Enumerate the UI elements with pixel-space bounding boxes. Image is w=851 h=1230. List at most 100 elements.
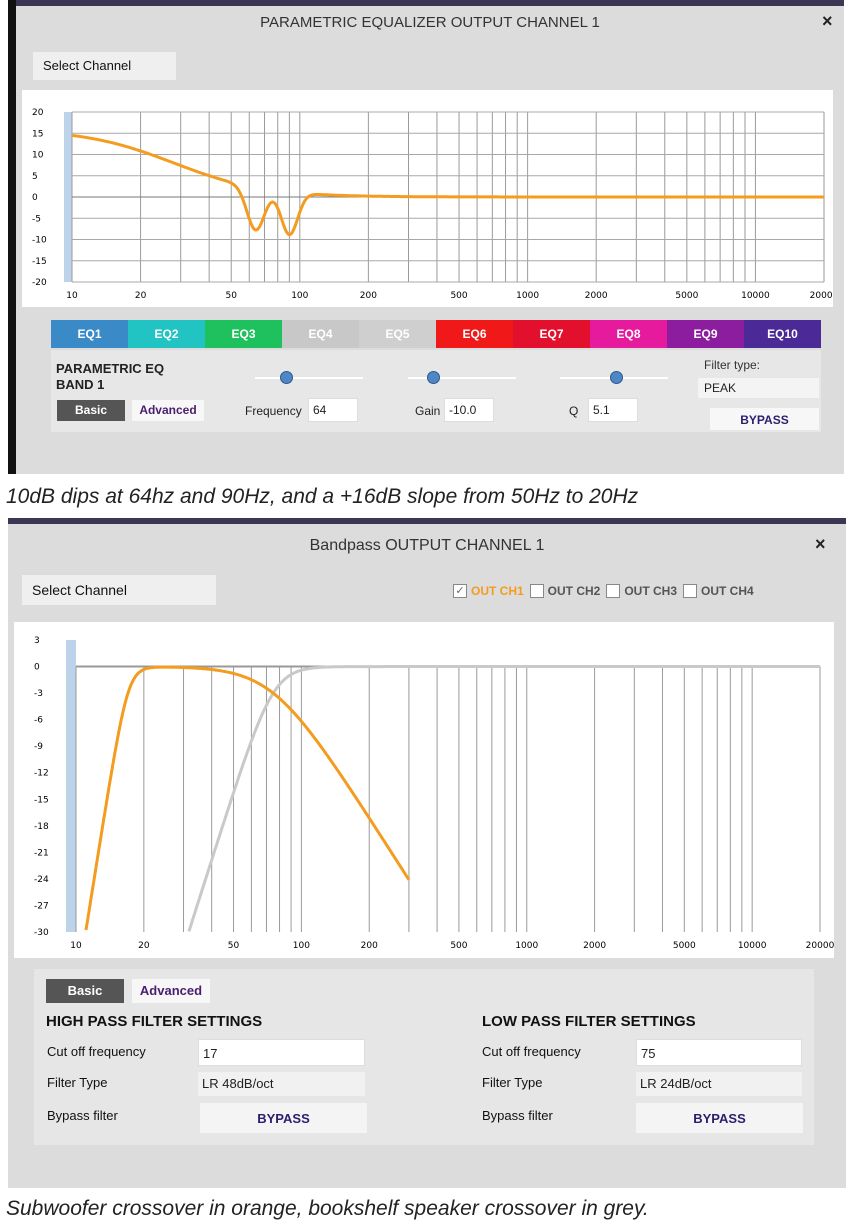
hp-filter-type-label: Filter Type	[47, 1075, 108, 1090]
peq-title: PARAMETRIC EQUALIZER OUTPUT CHANNEL 1	[260, 14, 600, 31]
checkbox-icon[interactable]	[529, 584, 544, 598]
frequency-slider-handle[interactable]	[280, 371, 293, 384]
x-tick-label: 2000	[583, 941, 606, 951]
y-tick-label: 0	[34, 663, 40, 673]
lp-cutoff-input[interactable]: 75	[636, 1039, 802, 1066]
x-tick-label: 20	[135, 291, 147, 301]
caption-eq: 10dB dips at 64hz and 90Hz, and a +16dB …	[6, 485, 639, 508]
y-tick-label: 0	[32, 193, 38, 203]
frequency-slider[interactable]	[255, 371, 363, 384]
x-tick-label: 1000	[515, 941, 538, 951]
checkbox-checked-icon[interactable]: ✓	[453, 584, 467, 598]
hp-bypass-button[interactable]: BYPASS	[200, 1103, 367, 1133]
advanced-tab[interactable]: Advanced	[132, 400, 204, 421]
checkbox-icon[interactable]	[606, 584, 621, 598]
eq-tab-5[interactable]: EQ5	[359, 320, 436, 348]
frequency-input[interactable]: 64	[308, 398, 358, 422]
filter-type-select[interactable]: PEAK	[698, 378, 819, 398]
channel-checkbox-3[interactable]: OUT CH3	[606, 582, 677, 600]
select-channel-button[interactable]: Select Channel	[33, 52, 176, 80]
eq-tab-4[interactable]: EQ4	[282, 320, 359, 348]
channel-checkbox-label: OUT CH4	[701, 584, 754, 598]
gain-input[interactable]: -10.0	[444, 398, 494, 422]
lp-cutoff-label: Cut off frequency	[482, 1044, 581, 1059]
select-channel-button[interactable]: Select Channel	[22, 575, 216, 605]
x-tick-label: 50	[228, 941, 240, 951]
bp-title: Bandpass OUTPUT CHANNEL 1	[309, 537, 545, 554]
channel-checkbox-1[interactable]: ✓ OUT CH1	[453, 582, 524, 600]
hp-filter-type-select[interactable]: LR 48dB/oct	[198, 1072, 365, 1096]
lp-filter-type-select[interactable]: LR 24dB/oct	[636, 1072, 802, 1096]
hp-bypass-label: Bypass filter	[47, 1108, 118, 1123]
frequency-label: Frequency	[245, 404, 302, 418]
gain-slider[interactable]	[408, 371, 516, 384]
level-scale-bar	[64, 112, 72, 282]
y-tick-label: -15	[34, 795, 49, 805]
bp-graph[interactable]: 3 0 -3 -6 -9 -12 -15 -18 -21 -24 -27 -30 10 20 50 100 20…	[14, 622, 834, 958]
basic-tab[interactable]: Basic	[57, 400, 125, 421]
level-scale-bar	[66, 640, 76, 932]
close-icon[interactable]: ×	[822, 11, 833, 32]
y-tick-label: -5	[32, 214, 41, 224]
checkbox-icon[interactable]	[683, 584, 698, 598]
lp-bypass-button[interactable]: BYPASS	[636, 1103, 803, 1133]
lp-bypass-label: Bypass filter	[482, 1108, 553, 1123]
filter-type-label: Filter type:	[704, 358, 761, 372]
y-tick-label: -3	[34, 689, 43, 699]
y-tick-label: 20	[32, 108, 44, 118]
q-slider-handle[interactable]	[610, 371, 623, 384]
y-tick-label: -20	[32, 278, 47, 288]
x-tick-label: 20000	[806, 941, 834, 951]
x-tick-label: 10000	[741, 291, 770, 301]
y-tick-label: -21	[34, 848, 49, 858]
y-tick-label: 5	[32, 172, 38, 182]
eq-tab-6[interactable]: EQ6	[436, 320, 513, 348]
eq-tab-3[interactable]: EQ3	[205, 320, 282, 348]
x-tick-label: 200	[361, 941, 378, 951]
caption-bandpass: Subwoofer crossover in orange, bookshelf…	[6, 1197, 649, 1220]
channel-checkbox-4[interactable]: OUT CH4	[683, 582, 754, 600]
channel-checkbox-label: OUT CH1	[471, 584, 524, 598]
peq-graph[interactable]: 20 15 10 5 0 -5 -10 -15 -20 10 20 50 100 200 500 1000 20…	[22, 90, 833, 307]
output-channel-checkboxes: ✓ OUT CH1 OUT CH2 OUT CH3 OUT CH4	[453, 582, 760, 600]
y-tick-label: 15	[32, 129, 43, 139]
channel-checkbox-2[interactable]: OUT CH2	[529, 582, 600, 600]
lp-filter-type-label: Filter Type	[482, 1075, 543, 1090]
advanced-tab[interactable]: Advanced	[132, 979, 210, 1003]
x-tick-label: 1000	[516, 291, 539, 301]
x-tick-label: 20	[138, 941, 150, 951]
band-title: PARAMETRIC EQ	[56, 361, 165, 376]
gain-label: Gain	[415, 404, 441, 418]
y-tick-label: -9	[34, 742, 43, 752]
y-tick-label: -27	[34, 901, 49, 911]
x-tick-label: 20000	[810, 291, 833, 301]
q-label: Q	[569, 404, 579, 418]
eq-tab-8[interactable]: EQ8	[590, 320, 667, 348]
peq-graph-svg: 20151050-5-10-15-2010 20 50 100 200 500 1000 20…	[32, 108, 833, 301]
eq-tab-9[interactable]: EQ9	[667, 320, 744, 348]
band-subtitle: BAND 1	[56, 377, 105, 392]
x-tick-label: 5000	[675, 291, 698, 301]
y-tick-label: -18	[34, 822, 49, 832]
eq-tab-1[interactable]: EQ1	[51, 320, 128, 348]
q-input[interactable]: 5.1	[588, 398, 638, 422]
eq-tab-2[interactable]: EQ2	[128, 320, 205, 348]
eq-response-curve	[71, 133, 824, 237]
x-tick-label: 200	[360, 291, 377, 301]
hp-header: HIGH PASS FILTER SETTINGS	[46, 1013, 263, 1030]
hp-cutoff-input[interactable]: 17	[198, 1039, 365, 1066]
eq-tab-7[interactable]: EQ7	[513, 320, 590, 348]
eq-tab-10[interactable]: EQ10	[744, 320, 821, 348]
q-slider[interactable]	[560, 371, 668, 384]
eq-band-tabs: EQ1 EQ2 EQ3 EQ4 EQ5 EQ6 EQ7 EQ8 EQ9 EQ10	[51, 320, 821, 348]
y-tick-label: -15	[32, 257, 47, 267]
close-icon[interactable]: ×	[815, 534, 826, 555]
bypass-button[interactable]: BYPASS	[710, 408, 819, 430]
x-tick-label: 5000	[673, 941, 696, 951]
y-tick-label: 10	[32, 151, 44, 161]
basic-tab[interactable]: Basic	[46, 979, 124, 1003]
x-tick-label: 500	[450, 291, 467, 301]
peq-header-cut	[16, 0, 844, 6]
gain-slider-handle[interactable]	[427, 371, 440, 384]
bp-header-cut	[8, 518, 846, 524]
